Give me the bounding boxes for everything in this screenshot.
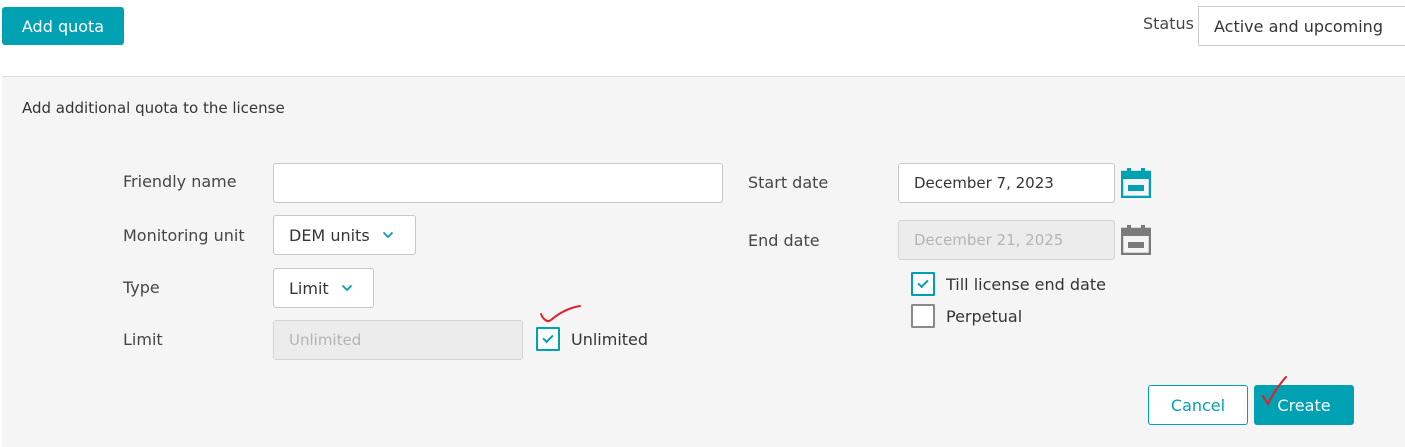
annotation-checkmark [540,305,581,323]
end-date-label: End date [748,231,820,250]
status-label: Status [1143,14,1194,33]
unlimited-label: Unlimited [571,330,649,349]
friendly-name-label: Friendly name [123,172,237,191]
type-value: Limit [289,278,329,298]
status-value: Active and upcoming [1214,16,1383,36]
end-date-input[interactable]: December 21, 2025 [898,220,1115,260]
chevron-down-icon [382,228,394,242]
panel-title: Add additional quota to the license [22,99,285,117]
unlimited-checkbox[interactable] [536,327,560,351]
monitoring-unit-value: DEM units [289,225,370,245]
monitoring-unit-dropdown[interactable]: DEM units [273,215,416,255]
limit-input[interactable]: Unlimited [273,320,523,360]
annotation-checkmark [1262,376,1287,407]
monitoring-unit-label: Monitoring unit [123,226,245,245]
start-date-input[interactable]: December 7, 2023 [898,163,1115,203]
add-quota-button[interactable]: Add quota [2,7,124,45]
calendar-icon [1120,224,1152,259]
checkmark-icon [542,331,554,344]
type-label: Type [123,278,160,297]
till-license-end-checkbox[interactable] [911,272,935,296]
type-dropdown[interactable]: Limit [273,268,374,308]
calendar-icon[interactable] [1120,167,1152,202]
limit-label: Limit [123,330,163,349]
perpetual-checkbox[interactable] [911,304,935,328]
chevron-down-icon [341,281,353,295]
perpetual-label: Perpetual [946,307,1023,326]
start-date-label: Start date [748,173,829,192]
checkmark-icon [917,276,929,289]
friendly-name-input[interactable] [273,163,723,203]
cancel-button[interactable]: Cancel [1148,385,1248,425]
status-select[interactable]: Active and upcoming [1198,6,1405,46]
till-license-end-label: Till license end date [946,275,1106,294]
